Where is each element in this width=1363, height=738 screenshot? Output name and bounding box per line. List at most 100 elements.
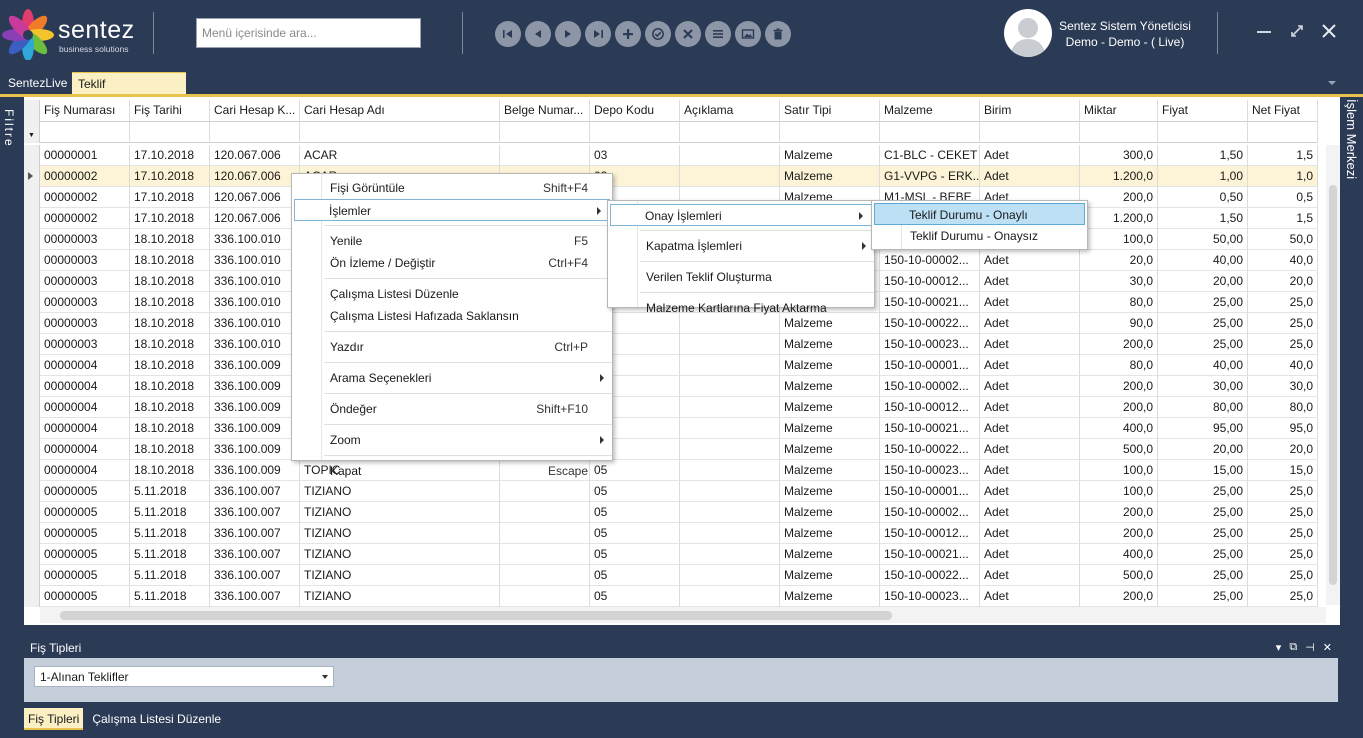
table-cell[interactable]: 90,0 <box>1080 313 1158 334</box>
filter-cell[interactable] <box>880 122 980 143</box>
table-row[interactable]: 00000005 5.11.2018 336.100.007 TIZIANO 05 Mal… <box>24 502 1318 523</box>
table-cell[interactable]: 150-10-00023... <box>880 460 980 481</box>
table-cell[interactable] <box>680 523 780 544</box>
table-cell[interactable]: 20,0 <box>1248 439 1318 460</box>
table-cell[interactable]: 17.10.2018 <box>130 208 210 229</box>
table-cell[interactable]: 150-10-00012... <box>880 523 980 544</box>
table-cell[interactable] <box>680 544 780 565</box>
table-cell[interactable]: 120.067.006 <box>210 145 300 166</box>
table-cell[interactable]: 18.10.2018 <box>130 460 210 481</box>
table-cell[interactable]: 336.100.010 <box>210 292 300 313</box>
table-cell[interactable]: 1,0 <box>1248 166 1318 187</box>
table-cell[interactable]: 40,00 <box>1158 355 1248 376</box>
table-row[interactable]: 00000005 5.11.2018 336.100.007 TIZIANO 05 Mal… <box>24 481 1318 502</box>
table-cell[interactable]: 120.067.006 <box>210 208 300 229</box>
table-cell[interactable]: 5.11.2018 <box>130 523 210 544</box>
table-cell[interactable]: 150-10-00012... <box>880 271 980 292</box>
table-cell[interactable]: 336.100.010 <box>210 271 300 292</box>
table-cell[interactable]: 25,00 <box>1158 292 1248 313</box>
tab-fis-tipleri[interactable]: Fiş Tipleri <box>24 708 84 730</box>
table-cell[interactable]: 80,0 <box>1248 397 1318 418</box>
table-row[interactable]: 00000005 5.11.2018 336.100.007 TIZIANO 05 Mal… <box>24 523 1318 544</box>
tab-teklif-onayla[interactable]: Teklif Onayla...✕ <box>72 72 186 106</box>
table-cell[interactable]: 00000003 <box>40 313 130 334</box>
tab-calisma-listesi-duzenle[interactable]: Çalışma Listesi Düzenle <box>88 708 225 730</box>
column-header[interactable]: Miktar <box>1080 100 1158 122</box>
filter-side-panel[interactable]: Filtre <box>0 97 24 627</box>
table-cell[interactable] <box>680 334 780 355</box>
table-cell[interactable]: 17.10.2018 <box>130 145 210 166</box>
table-cell[interactable]: 00000005 <box>40 502 130 523</box>
column-header[interactable]: Cari Hesap Adı <box>300 100 500 122</box>
table-cell[interactable]: Malzeme <box>780 481 880 502</box>
filter-cell[interactable] <box>40 122 130 143</box>
horizontal-scroll-thumb[interactable] <box>60 611 892 620</box>
table-cell[interactable]: Adet <box>980 334 1080 355</box>
filter-cell[interactable] <box>1158 122 1248 143</box>
table-cell[interactable]: 150-10-00021... <box>880 292 980 313</box>
table-cell[interactable]: TIZIANO <box>300 544 500 565</box>
panel-float-icon[interactable]: ⧉ <box>1289 641 1297 654</box>
table-cell[interactable]: 03 <box>590 145 680 166</box>
table-cell[interactable] <box>500 565 590 586</box>
user-avatar[interactable] <box>1004 9 1052 57</box>
table-cell[interactable]: 05 <box>590 502 680 523</box>
column-header[interactable]: Fiş Tarihi <box>130 100 210 122</box>
table-row[interactable]: 00000001 17.10.2018 120.067.006 ACAR 03 Malze… <box>24 145 1318 166</box>
table-cell[interactable] <box>680 397 780 418</box>
filter-cell[interactable] <box>1248 122 1318 143</box>
table-cell[interactable]: 00000005 <box>40 544 130 565</box>
context-menu-item[interactable]: Arama Seçenekleri <box>292 367 612 389</box>
table-cell[interactable]: 18.10.2018 <box>130 271 210 292</box>
column-header[interactable]: Depo Kodu <box>590 100 680 122</box>
table-cell[interactable]: 336.100.007 <box>210 586 300 607</box>
table-cell[interactable]: TIZIANO <box>300 523 500 544</box>
column-header[interactable]: Satır Tipi <box>780 100 880 122</box>
table-cell[interactable]: 150-10-00001... <box>880 355 980 376</box>
table-cell[interactable]: 336.100.009 <box>210 355 300 376</box>
approve-record-button[interactable] <box>645 21 671 47</box>
table-cell[interactable]: Malzeme <box>780 418 880 439</box>
table-cell[interactable]: 150-10-00001... <box>880 481 980 502</box>
table-cell[interactable]: 18.10.2018 <box>130 229 210 250</box>
table-row[interactable]: 00000005 5.11.2018 336.100.007 TIZIANO 05 Mal… <box>24 586 1318 607</box>
table-cell[interactable]: 336.100.010 <box>210 229 300 250</box>
table-cell[interactable] <box>680 166 780 187</box>
table-cell[interactable] <box>680 565 780 586</box>
table-cell[interactable] <box>680 586 780 607</box>
table-cell[interactable]: 1.200,0 <box>1080 208 1158 229</box>
table-cell[interactable]: 20,0 <box>1248 271 1318 292</box>
table-cell[interactable]: 95,00 <box>1158 418 1248 439</box>
table-cell[interactable]: 300,0 <box>1080 145 1158 166</box>
table-cell[interactable]: 1,5 <box>1248 145 1318 166</box>
table-row[interactable]: 00000004 18.10.2018 336.100.009 TOPIC 05 Malz… <box>24 460 1318 481</box>
table-cell[interactable]: 5.11.2018 <box>130 502 210 523</box>
table-cell[interactable]: 1,50 <box>1158 145 1248 166</box>
table-cell[interactable]: Malzeme <box>780 502 880 523</box>
context-menu-item[interactable]: Ön İzleme / Değiştir Ctrl+F4 <box>292 252 612 274</box>
table-cell[interactable]: 18.10.2018 <box>130 355 210 376</box>
table-cell[interactable]: 00000004 <box>40 355 130 376</box>
filter-cell[interactable] <box>980 122 1080 143</box>
table-cell[interactable]: 400,0 <box>1080 544 1158 565</box>
table-cell[interactable]: 40,0 <box>1248 250 1318 271</box>
table-cell[interactable]: 25,0 <box>1248 334 1318 355</box>
panel-pin-icon[interactable]: ⊣ <box>1305 641 1315 654</box>
table-cell[interactable] <box>680 355 780 376</box>
table-cell[interactable]: Malzeme <box>780 145 880 166</box>
table-cell[interactable]: 18.10.2018 <box>130 397 210 418</box>
table-cell[interactable]: Malzeme <box>780 439 880 460</box>
table-cell[interactable]: Malzeme <box>780 376 880 397</box>
table-cell[interactable] <box>680 376 780 397</box>
table-cell[interactable]: 1.200,0 <box>1080 166 1158 187</box>
table-cell[interactable]: Adet <box>980 397 1080 418</box>
table-cell[interactable]: 00000004 <box>40 376 130 397</box>
table-cell[interactable]: 00000003 <box>40 271 130 292</box>
vertical-scrollbar[interactable] <box>1326 145 1340 605</box>
table-cell[interactable]: Malzeme <box>780 544 880 565</box>
table-cell[interactable] <box>500 586 590 607</box>
table-cell[interactable]: 80,00 <box>1158 397 1248 418</box>
table-cell[interactable]: Malzeme <box>780 586 880 607</box>
table-cell[interactable]: Adet <box>980 313 1080 334</box>
table-cell[interactable]: G1-VVPG - ERK... <box>880 166 980 187</box>
